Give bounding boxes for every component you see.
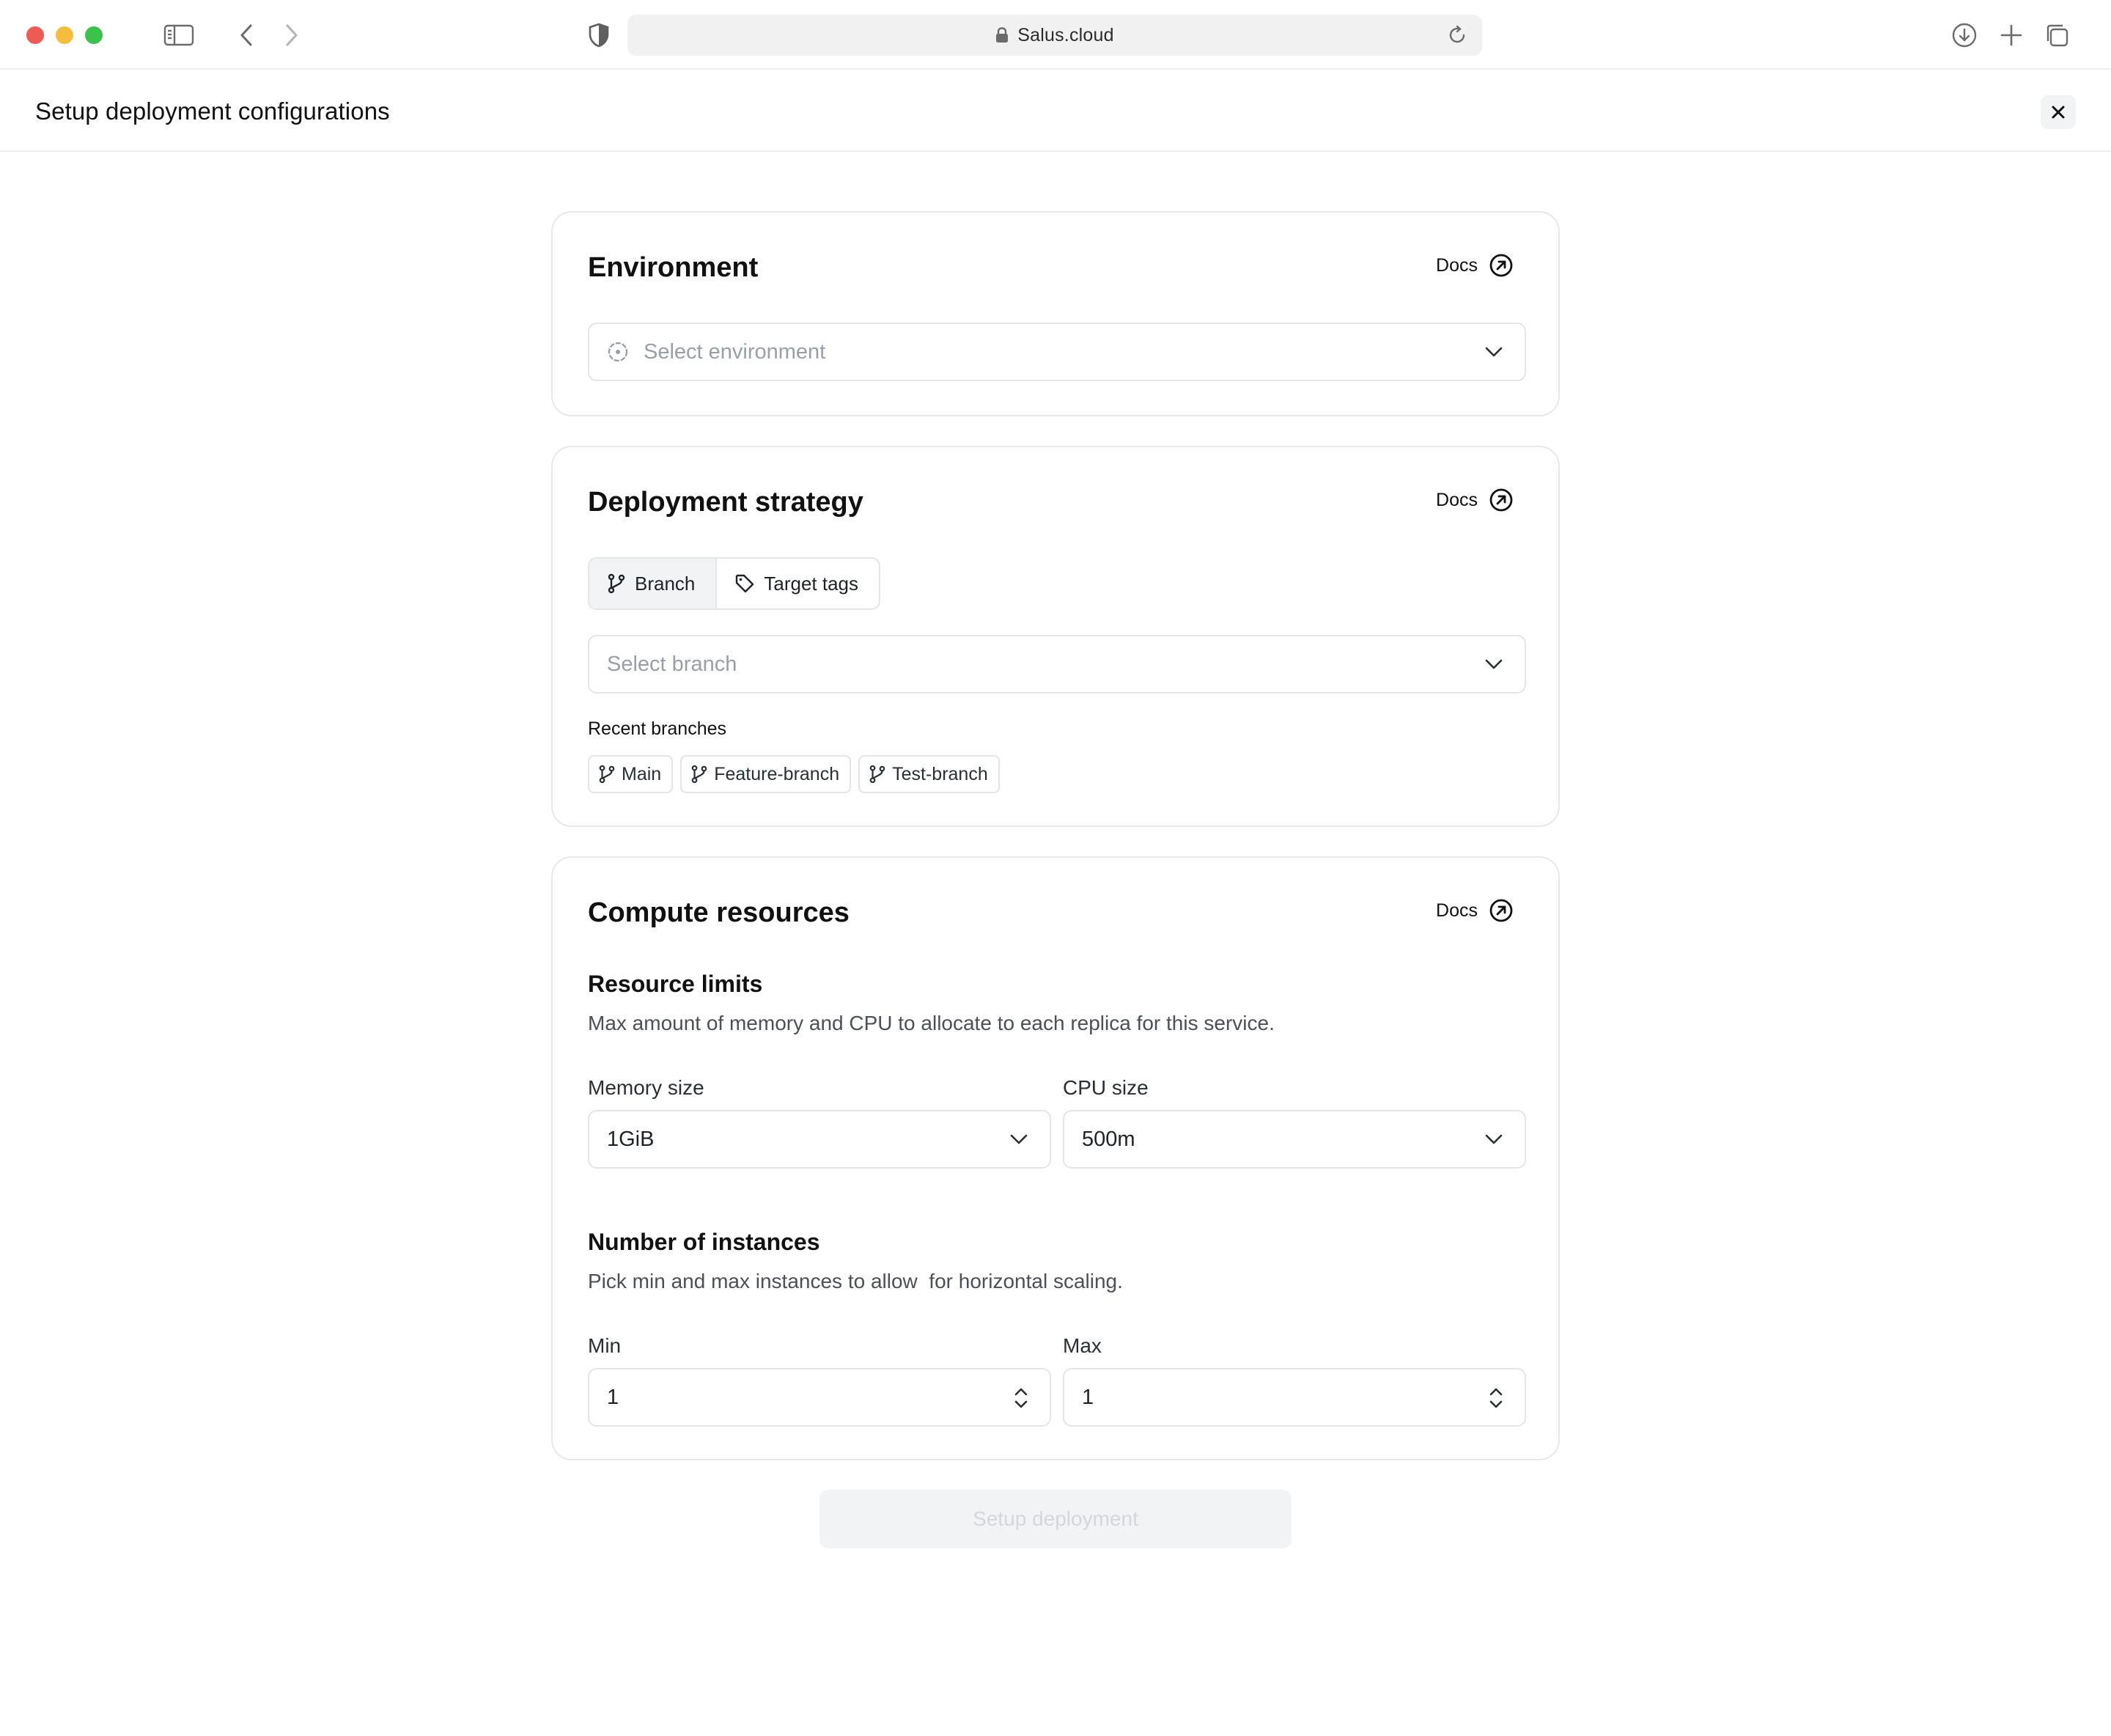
cpu-size-value: 500m <box>1082 1127 1135 1151</box>
external-link-icon <box>1489 254 1513 277</box>
environment-card: Environment Docs Select environment <box>551 211 1560 416</box>
page-header: Setup deployment configurations <box>0 70 2111 152</box>
window-close-button[interactable] <box>26 26 44 44</box>
git-branch-icon <box>608 573 625 594</box>
git-branch-icon <box>691 765 707 784</box>
min-instances-input[interactable]: 1 <box>588 1368 1051 1427</box>
recent-branch-chip[interactable]: Main <box>588 755 674 793</box>
external-link-icon <box>1489 899 1513 922</box>
new-tab-icon[interactable] <box>1998 22 2025 48</box>
strategy-tabs: Branch Target tags <box>588 557 881 610</box>
memory-size-select[interactable]: 1GiB <box>588 1110 1051 1169</box>
address-bar[interactable]: Salus.cloud <box>627 15 1482 56</box>
lock-icon <box>995 27 1009 43</box>
instances-description: Pick min and max instances to allow for … <box>588 1270 1123 1292</box>
forward-icon[interactable] <box>281 22 302 48</box>
strategy-docs-link[interactable]: Docs <box>1436 488 1513 512</box>
docs-label: Docs <box>1436 254 1478 276</box>
docs-label: Docs <box>1436 489 1478 510</box>
environment-icon <box>608 342 628 362</box>
tab-branch-label: Branch <box>635 572 696 595</box>
recent-branches-label: Recent branches <box>588 718 727 739</box>
chevron-down-icon <box>1485 347 1503 357</box>
close-icon <box>2052 106 2065 119</box>
external-link-icon <box>1489 488 1513 512</box>
max-instances-value: 1 <box>1082 1385 1094 1409</box>
max-instances-input[interactable]: 1 <box>1063 1368 1526 1427</box>
chevron-down-icon <box>1485 1134 1503 1144</box>
cpu-size-label: CPU size <box>1063 1076 1149 1099</box>
git-branch-icon <box>599 765 615 784</box>
environment-placeholder: Select environment <box>644 339 826 364</box>
window-zoom-button[interactable] <box>85 26 103 44</box>
environment-title: Environment <box>588 252 759 283</box>
compute-docs-link[interactable]: Docs <box>1436 899 1513 922</box>
branch-select[interactable]: Select branch <box>588 635 1526 694</box>
window-minimize-button[interactable] <box>56 26 73 44</box>
environment-select[interactable]: Select environment <box>588 323 1526 381</box>
recent-branches-list: Main Feature-branch Test-branch <box>588 755 1000 793</box>
memory-size-label: Memory size <box>588 1076 704 1099</box>
setup-deployment-button[interactable]: Setup deployment <box>819 1490 1292 1548</box>
recent-branch-label: Feature-branch <box>714 763 840 784</box>
tab-target-tags[interactable]: Target tags <box>717 559 879 608</box>
stepper-icon[interactable] <box>1486 1386 1506 1410</box>
git-branch-icon <box>869 765 885 784</box>
memory-size-value: 1GiB <box>607 1127 655 1151</box>
cpu-size-select[interactable]: 500m <box>1063 1110 1526 1169</box>
compute-title: Compute resources <box>588 897 850 928</box>
downloads-icon[interactable] <box>1951 22 1978 48</box>
privacy-shield-icon[interactable] <box>586 22 611 48</box>
tab-target-tags-label: Target tags <box>764 572 859 595</box>
resource-limits-description: Max amount of memory and CPU to allocate… <box>588 1012 1275 1034</box>
max-label: Max <box>1063 1334 1102 1357</box>
url-text: Salus.cloud <box>1017 24 1114 45</box>
page-title: Setup deployment configurations <box>35 98 390 125</box>
stepper-icon[interactable] <box>1012 1386 1031 1410</box>
recent-branch-label: Test-branch <box>892 763 988 784</box>
back-icon[interactable] <box>236 22 257 48</box>
environment-docs-link[interactable]: Docs <box>1436 254 1513 277</box>
close-button[interactable] <box>2041 95 2076 129</box>
reload-icon[interactable] <box>1447 25 1467 49</box>
tag-icon <box>736 574 754 593</box>
resource-limits-title: Resource limits <box>588 971 763 997</box>
compute-resources-card: Compute resources Docs Resource limits M… <box>551 856 1560 1460</box>
branch-placeholder: Select branch <box>607 652 737 676</box>
min-label: Min <box>588 1334 622 1357</box>
instances-title: Number of instances <box>588 1229 820 1255</box>
chevron-down-icon <box>1485 659 1503 669</box>
browser-toolbar: Salus.cloud <box>0 0 2111 70</box>
recent-branch-label: Main <box>622 763 662 784</box>
strategy-title: Deployment strategy <box>588 487 863 518</box>
docs-label: Docs <box>1436 900 1478 921</box>
recent-branch-chip[interactable]: Test-branch <box>858 755 1000 793</box>
chevron-down-icon <box>1010 1134 1028 1144</box>
tab-branch[interactable]: Branch <box>589 559 718 608</box>
sidebar-toggle-icon[interactable] <box>163 23 195 47</box>
recent-branch-chip[interactable]: Feature-branch <box>680 755 852 793</box>
tab-overview-icon[interactable] <box>2044 22 2070 48</box>
deployment-strategy-card: Deployment strategy Docs Branch Target t… <box>551 446 1560 827</box>
min-instances-value: 1 <box>607 1385 619 1409</box>
